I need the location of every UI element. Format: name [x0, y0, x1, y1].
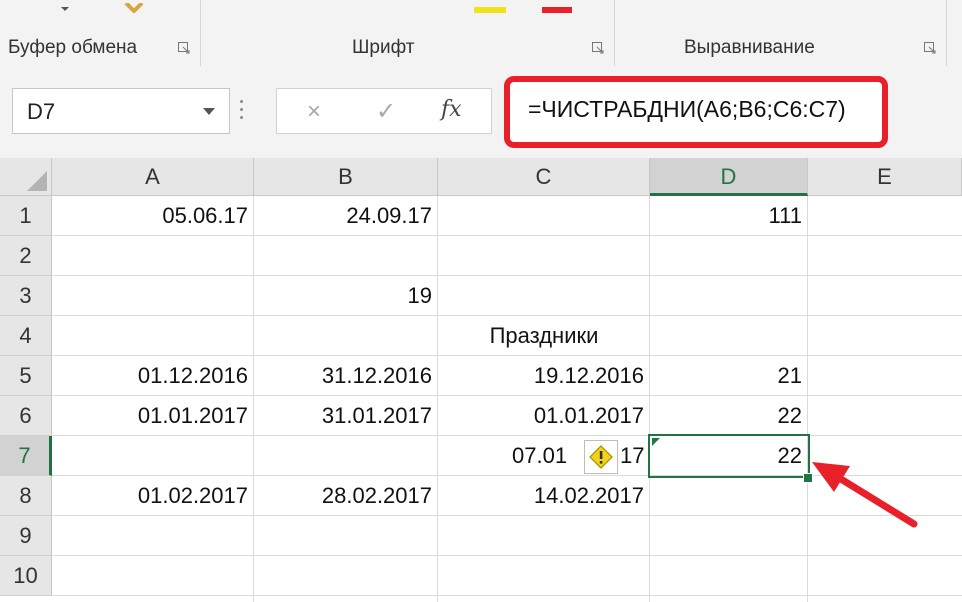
name-box[interactable]: D7: [12, 88, 230, 134]
fill-handle[interactable]: [803, 473, 813, 483]
row-header-8[interactable]: 8: [0, 476, 52, 516]
grid-line: [52, 595, 962, 596]
cell-c5[interactable]: 19.12.2016: [438, 356, 650, 396]
formula-bar: D7 × ✓ fx =ЧИСТРАБДНИ(A6;B6;C6:C7): [0, 70, 962, 159]
paste-dropdown-icon[interactable]: [60, 0, 70, 11]
grid-line: [52, 555, 962, 556]
cell-c8[interactable]: 14.02.2017: [438, 476, 650, 516]
formula-bar-grip-icon[interactable]: [240, 100, 244, 124]
cell-d6[interactable]: 22: [650, 396, 808, 436]
insert-function-icon[interactable]: fx: [441, 97, 462, 122]
name-box-dropdown-icon[interactable]: [203, 108, 215, 115]
spreadsheet-grid: A B C D E 1 2 3 4 5 6 7 8 9 10 05.06.17 …: [0, 158, 962, 602]
name-box-value: D7: [27, 99, 56, 124]
cell-c7-text-right[interactable]: 17: [620, 436, 648, 476]
group-label-font: Шрифт: [352, 37, 415, 58]
row-header-3[interactable]: 3: [0, 276, 52, 316]
column-header-d[interactable]: D: [650, 158, 808, 196]
grid-line: [52, 275, 962, 276]
ribbon-separator: [200, 0, 201, 66]
row-header-7[interactable]: 7: [0, 436, 52, 476]
cell-d1[interactable]: 111: [650, 196, 808, 236]
cell-b8[interactable]: 28.02.2017: [254, 476, 438, 516]
warning-icon: [589, 445, 613, 469]
highlight-color-icon[interactable]: [474, 0, 506, 13]
cell-a8[interactable]: 01.02.2017: [52, 476, 254, 516]
enter-icon[interactable]: ✓: [371, 97, 401, 127]
active-cell-border: [648, 434, 810, 478]
cell-c4[interactable]: Праздники: [438, 316, 650, 356]
cancel-icon[interactable]: ×: [299, 97, 329, 127]
row-header-5[interactable]: 5: [0, 356, 52, 396]
group-label-alignment: Выравнивание: [684, 37, 815, 58]
ribbon-separator: [614, 0, 615, 66]
error-warning-button[interactable]: [584, 440, 618, 474]
clipboard-launcher-icon[interactable]: [178, 42, 190, 54]
cell-d5[interactable]: 21: [650, 356, 808, 396]
select-all-button[interactable]: [0, 158, 52, 196]
ribbon: Буфер обмена Шрифт Выравнивание: [0, 0, 962, 71]
alignment-launcher-icon[interactable]: [924, 42, 936, 54]
cell-a5[interactable]: 01.12.2016: [52, 356, 254, 396]
formula-input[interactable]: =ЧИСТРАБДНИ(A6;B6;C6:C7): [504, 76, 888, 148]
cell-b5[interactable]: 31.12.2016: [254, 356, 438, 396]
row-header-9[interactable]: 9: [0, 516, 52, 556]
cell-a6[interactable]: 01.01.2017: [52, 396, 254, 436]
column-header-e[interactable]: E: [808, 158, 962, 196]
ribbon-separator: [946, 0, 947, 66]
formula-buttons: × ✓ fx: [276, 88, 492, 134]
formula-text: =ЧИСТРАБДНИ(A6;B6;C6:C7): [528, 96, 846, 122]
cell-b3[interactable]: 19: [254, 276, 438, 316]
column-header-c[interactable]: C: [438, 158, 650, 196]
row-header-2[interactable]: 2: [0, 236, 52, 276]
row-header-4[interactable]: 4: [0, 316, 52, 356]
row-header-6[interactable]: 6: [0, 396, 52, 436]
row-header-1[interactable]: 1: [0, 196, 52, 236]
group-label-clipboard: Буфер обмена: [8, 37, 138, 58]
font-launcher-icon[interactable]: [592, 42, 604, 54]
column-header-a[interactable]: A: [52, 158, 254, 196]
cell-b1[interactable]: 24.09.17: [254, 196, 438, 236]
format-painter-icon[interactable]: [124, 0, 148, 14]
cell-c7-text-left[interactable]: 07.01: [512, 436, 584, 476]
font-color-icon[interactable]: [542, 0, 572, 13]
column-header-b[interactable]: B: [254, 158, 438, 196]
cell-c6[interactable]: 01.01.2017: [438, 396, 650, 436]
cell-a1[interactable]: 05.06.17: [52, 196, 254, 236]
cell-b6[interactable]: 31.01.2017: [254, 396, 438, 436]
row-header-10[interactable]: 10: [0, 556, 52, 596]
